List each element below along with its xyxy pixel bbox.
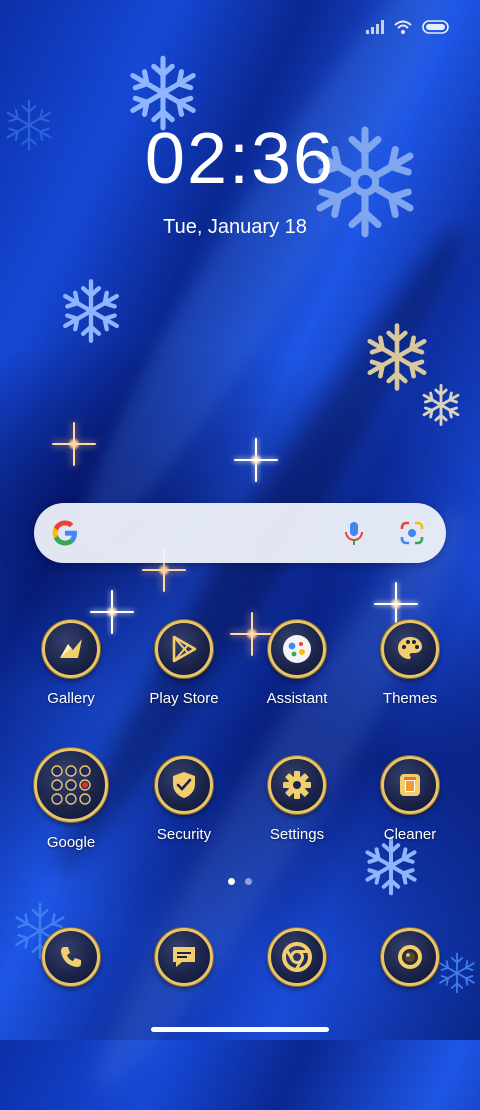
snowflake-decoration (361, 836, 421, 896)
google-folder-icon (34, 748, 108, 822)
app-play-store[interactable]: Play Store (134, 620, 234, 707)
dock-messages[interactable] (134, 928, 234, 986)
clock-time[interactable]: 02:36 (0, 118, 480, 200)
play-store-icon (155, 620, 213, 678)
mic-icon[interactable] (340, 519, 368, 547)
page-dot-active[interactable] (228, 878, 235, 885)
app-label: Security (156, 826, 212, 843)
dock-camera[interactable] (360, 928, 460, 986)
camera-icon (381, 928, 439, 986)
app-label: Settings (269, 826, 325, 843)
app-themes[interactable]: Themes (360, 620, 460, 707)
dock-chrome[interactable] (247, 928, 347, 986)
app-security[interactable]: Security (134, 756, 234, 843)
trash-icon (381, 756, 439, 814)
google-g-icon (52, 520, 77, 546)
signal-icon (366, 20, 384, 34)
wifi-icon (394, 20, 412, 34)
messages-icon (155, 928, 213, 986)
app-label: Themes (382, 690, 438, 707)
snowflake-decoration (54, 276, 128, 346)
app-settings[interactable]: Settings (247, 756, 347, 843)
gear-icon (268, 756, 326, 814)
home-gesture-bar[interactable] (151, 1027, 329, 1032)
dock-phone[interactable] (21, 928, 121, 986)
app-label: Google (46, 834, 96, 851)
google-lens-icon[interactable] (398, 519, 426, 547)
chrome-icon (268, 928, 326, 986)
app-label: Gallery (47, 690, 95, 707)
palette-icon (381, 620, 439, 678)
clock-date[interactable]: Tue, January 18 (0, 216, 470, 239)
status-bar (366, 16, 450, 38)
sparkle-decoration (44, 414, 104, 474)
gallery-icon (42, 620, 100, 678)
sparkle-decoration (226, 430, 286, 490)
app-label: Assistant (266, 690, 328, 707)
phone-icon (42, 928, 100, 986)
snowflake-decoration (420, 384, 462, 426)
page-dot[interactable] (245, 878, 252, 885)
app-gallery[interactable]: Gallery (21, 620, 121, 707)
assistant-icon (268, 620, 326, 678)
page-indicator (0, 878, 480, 885)
app-cleaner[interactable]: Cleaner (360, 756, 460, 843)
app-label: Cleaner (383, 826, 437, 843)
shield-check-icon (155, 756, 213, 814)
battery-icon (422, 20, 449, 34)
app-folder-google[interactable]: Google (21, 748, 121, 851)
app-assistant[interactable]: Assistant (247, 620, 347, 707)
google-search-bar[interactable] (34, 503, 446, 563)
app-label: Play Store (149, 690, 219, 707)
